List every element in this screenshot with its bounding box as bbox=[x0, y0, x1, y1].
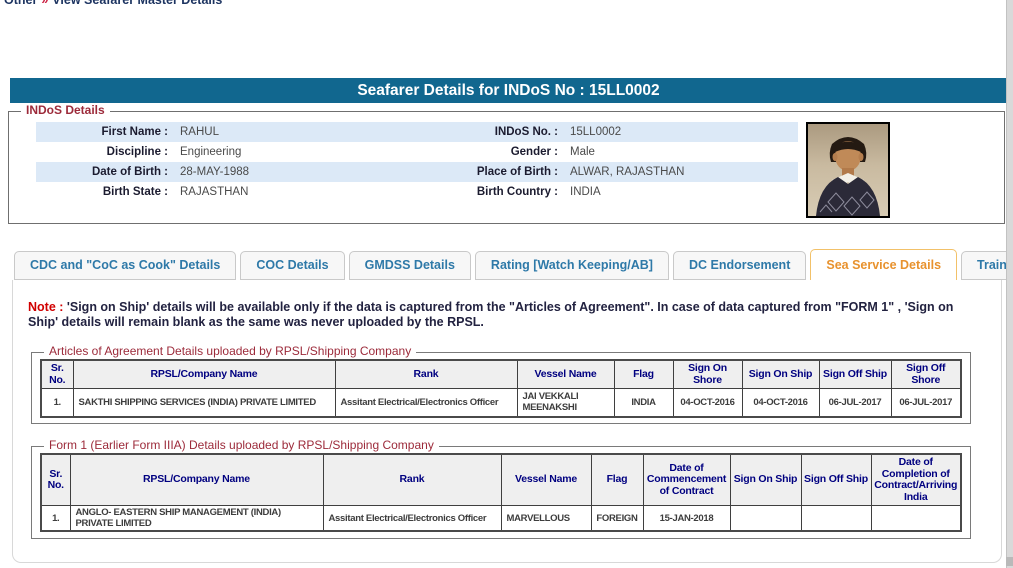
seafarer-details-page: Other » View Seafarer Master Details Seafa… bbox=[0, 0, 1013, 568]
cell-sign-on-shore: 04-OCT-2016 bbox=[672, 388, 743, 417]
col-header-sign-on-ship: Sign On Ship bbox=[741, 359, 820, 389]
place-of-birth-value: ALWAR, RAJASTHAN bbox=[570, 166, 685, 178]
indos-no-label: INDoS No. : bbox=[494, 126, 558, 138]
form1-fieldset: Form 1 (Earlier Form IIIA) Details uploa… bbox=[31, 438, 971, 539]
cell-date-of-completion bbox=[870, 505, 962, 532]
indos-row: Birth State : RAJASTHAN Birth Country : … bbox=[36, 182, 798, 202]
form1-table: Sr. No. RPSL/Company Name Rank Vessel Na… bbox=[40, 453, 962, 532]
tab-coc-details[interactable]: COC Details bbox=[240, 251, 345, 280]
cell-flag: FOREIGN bbox=[590, 505, 644, 532]
tab-rating-watch-keeping-ab[interactable]: Rating [Watch Keeping/AB] bbox=[474, 251, 669, 280]
articles-table: Sr. No. RPSL/Company Name Rank Vessel Na… bbox=[40, 359, 962, 418]
col-header-rank: Rank bbox=[322, 453, 502, 506]
articles-of-agreement-fieldset: Articles of Agreement Details uploaded b… bbox=[31, 344, 971, 424]
table-row: 1. ANGLO- EASTERN SHIP MANAGEMENT (INDIA… bbox=[40, 505, 962, 532]
cell-vessel-name: MARVELLOUS bbox=[500, 505, 592, 532]
breadcrumb: Other » View Seafarer Master Details bbox=[4, 0, 222, 7]
scrollbar-corner bbox=[1006, 557, 1013, 566]
col-header-rpsl-company-name: RPSL/Company Name bbox=[72, 359, 336, 389]
col-header-flag: Flag bbox=[613, 359, 674, 389]
articles-header-row: Sr. No. RPSL/Company Name Rank Vessel Na… bbox=[40, 359, 962, 389]
cell-date-of-commencement: 15-JAN-2018 bbox=[642, 505, 731, 532]
indos-row: Discipline : Engineering Gender : Male bbox=[36, 142, 798, 162]
col-header-sign-off-shore: Sign Off Shore bbox=[890, 359, 962, 389]
cell-rpsl-company-name: SAKTHI SHIPPING SERVICES (INDIA) PRIVATE… bbox=[72, 388, 336, 417]
col-header-rank: Rank bbox=[334, 359, 518, 389]
birth-state-value: RAJASTHAN bbox=[180, 186, 249, 198]
col-header-date-of-completion: Date of Completion of Contract/Arriving … bbox=[870, 453, 962, 506]
cell-vessel-name: JAI VEKKALI MEENAKSHI bbox=[516, 388, 615, 417]
articles-legend: Articles of Agreement Details uploaded b… bbox=[44, 344, 417, 358]
gender-label: Gender : bbox=[510, 146, 558, 158]
tab-strip: CDC and "CoC as Cook" Details COC Detail… bbox=[14, 249, 1013, 280]
cell-rpsl-company-name: ANGLO- EASTERN SHIP MANAGEMENT (INDIA) P… bbox=[69, 505, 324, 532]
cell-sign-off-ship: 06-JUL-2017 bbox=[818, 388, 892, 417]
col-header-sign-on-ship: Sign On Ship bbox=[729, 453, 802, 506]
form1-legend: Form 1 (Earlier Form IIIA) Details uploa… bbox=[44, 438, 439, 452]
date-of-birth-value: 28-MAY-1988 bbox=[180, 166, 250, 178]
gender-value: Male bbox=[570, 146, 595, 158]
birth-state-label: Birth State : bbox=[102, 186, 168, 198]
col-header-vessel-name: Vessel Name bbox=[516, 359, 615, 389]
note-text: Note : 'Sign on Ship' details will be av… bbox=[28, 300, 978, 330]
cell-sr-no: 1. bbox=[40, 388, 74, 417]
vertical-scrollbar[interactable] bbox=[1006, 0, 1013, 568]
col-header-date-of-commencement: Date of Commencement of Contract bbox=[642, 453, 731, 506]
page-title: Seafarer Details for INDoS No : 15LL0002 bbox=[10, 78, 1007, 103]
table-row: 1. SAKTHI SHIPPING SERVICES (INDIA) PRIV… bbox=[40, 388, 962, 417]
date-of-birth-label: Date of Birth : bbox=[91, 166, 168, 178]
tab-cdc-coc-as-cook-details[interactable]: CDC and "CoC as Cook" Details bbox=[14, 251, 237, 280]
cell-flag: INDIA bbox=[613, 388, 674, 417]
col-header-sign-off-ship: Sign Off Ship bbox=[818, 359, 892, 389]
sea-service-details-panel: Note : 'Sign on Ship' details will be av… bbox=[12, 280, 1002, 563]
indos-row: Date of Birth : 28-MAY-1988 Place of Bir… bbox=[36, 162, 798, 182]
seafarer-photo bbox=[806, 122, 890, 218]
first-name-value: RAHUL bbox=[180, 126, 219, 138]
cell-sign-on-ship bbox=[729, 505, 802, 532]
col-header-rpsl-company-name: RPSL/Company Name bbox=[69, 453, 324, 506]
breadcrumb-separator-icon: » bbox=[41, 0, 49, 7]
discipline-label: Discipline : bbox=[106, 146, 168, 158]
cell-sign-off-shore: 06-JUL-2017 bbox=[890, 388, 962, 417]
cell-sign-off-ship bbox=[800, 505, 872, 532]
col-header-sign-on-shore: Sign On Shore bbox=[672, 359, 743, 389]
col-header-sign-off-ship: Sign Off Ship bbox=[800, 453, 872, 506]
note-label: Note : bbox=[28, 300, 64, 314]
breadcrumb-current-page: View Seafarer Master Details bbox=[52, 0, 223, 7]
first-name-label: First Name : bbox=[101, 126, 168, 138]
tab-sea-service-details[interactable]: Sea Service Details bbox=[810, 249, 958, 280]
cell-rank: Assitant Electrical/Electronics Officer bbox=[322, 505, 502, 532]
tab-dc-endorsement[interactable]: DC Endorsement bbox=[672, 251, 807, 280]
tab-gmdss-details[interactable]: GMDSS Details bbox=[348, 251, 471, 280]
cell-sr-no: 1. bbox=[40, 505, 71, 532]
discipline-value: Engineering bbox=[180, 146, 242, 158]
breadcrumb-section[interactable]: Other bbox=[4, 0, 37, 7]
birth-country-value: INDIA bbox=[570, 186, 601, 198]
col-header-sr-no: Sr. No. bbox=[40, 453, 71, 506]
cell-rank: Assitant Electrical/Electronics Officer bbox=[334, 388, 518, 417]
col-header-vessel-name: Vessel Name bbox=[500, 453, 592, 506]
indos-row: First Name : RAHUL INDoS No. : 15LL0002 bbox=[36, 122, 798, 142]
birth-country-label: Birth Country : bbox=[476, 186, 558, 198]
indos-details-grid: First Name : RAHUL INDoS No. : 15LL0002 … bbox=[36, 122, 798, 202]
note-body: 'Sign on Ship' details will be available… bbox=[28, 300, 954, 329]
col-header-flag: Flag bbox=[590, 453, 644, 506]
form1-header-row: Sr. No. RPSL/Company Name Rank Vessel Na… bbox=[40, 453, 962, 506]
place-of-birth-label: Place of Birth : bbox=[476, 166, 558, 178]
indos-no-value: 15LL0002 bbox=[570, 126, 622, 138]
col-header-sr-no: Sr. No. bbox=[40, 359, 74, 389]
cell-sign-on-ship: 04-OCT-2016 bbox=[741, 388, 820, 417]
indos-details-legend: INDoS Details bbox=[21, 103, 110, 117]
